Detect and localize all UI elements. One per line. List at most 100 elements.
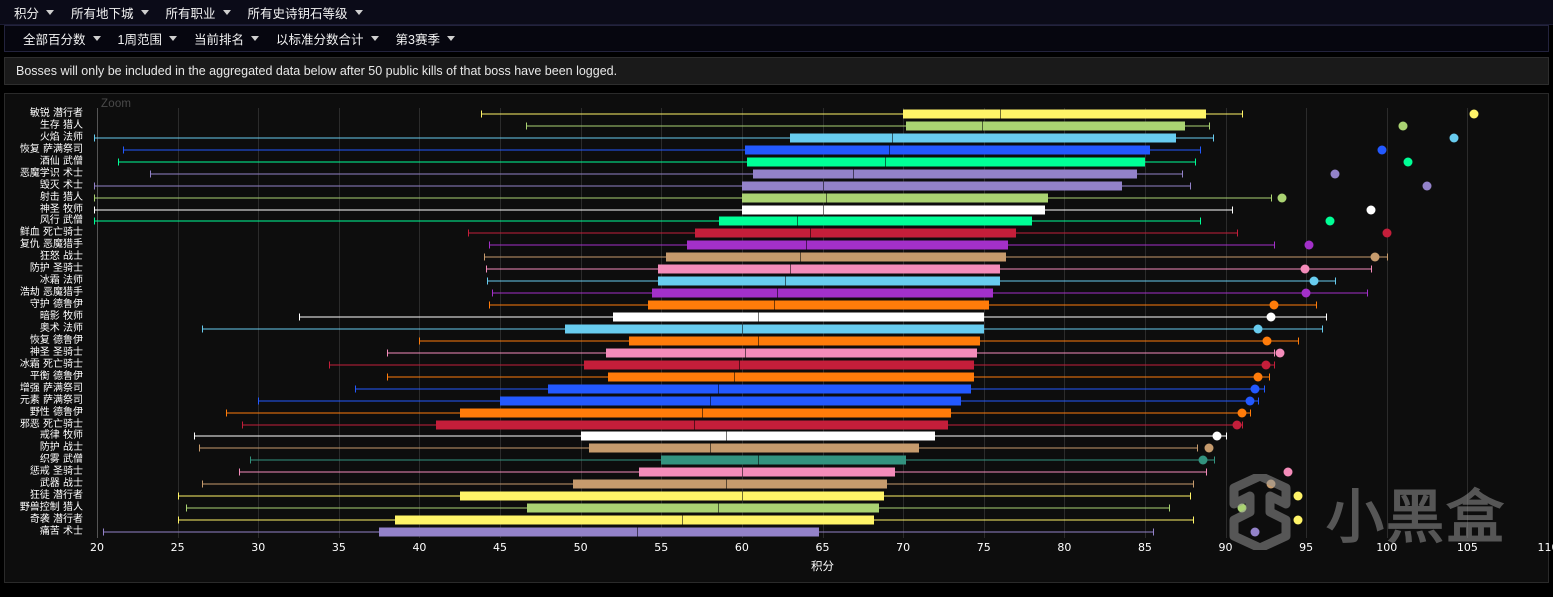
outlier-point[interactable] — [1275, 348, 1285, 358]
boxplot-box[interactable] — [612, 312, 984, 322]
outlier-point[interactable] — [1262, 336, 1272, 346]
boxplot-box[interactable] — [746, 157, 1145, 167]
outlier-point[interactable] — [1325, 216, 1335, 226]
boxplot-row[interactable] — [5, 227, 1548, 239]
boxplot-box[interactable] — [638, 467, 896, 477]
boxplot-row[interactable] — [5, 478, 1548, 490]
outlier-point[interactable] — [1469, 109, 1479, 119]
boxplot-box[interactable] — [395, 515, 875, 525]
outlier-point[interactable] — [1382, 228, 1392, 238]
boxplot-row[interactable] — [5, 526, 1548, 538]
outlier-point[interactable] — [1250, 384, 1260, 394]
boxplot-box[interactable] — [741, 205, 1045, 215]
outlier-point[interactable] — [1266, 312, 1276, 322]
outlier-point[interactable] — [1253, 372, 1263, 382]
boxplot-row[interactable] — [5, 466, 1548, 478]
boxplot-row[interactable] — [5, 108, 1548, 120]
boxplot-row[interactable] — [5, 180, 1548, 192]
boxplot-row[interactable] — [5, 454, 1548, 466]
boxplot-box[interactable] — [580, 431, 936, 441]
boxplot-row[interactable] — [5, 168, 1548, 180]
boxplot-box[interactable] — [906, 121, 1186, 131]
boxplot-box[interactable] — [583, 360, 975, 370]
outlier-point[interactable] — [1237, 408, 1247, 418]
boxplot-row[interactable] — [5, 156, 1548, 168]
outlier-point[interactable] — [1261, 360, 1271, 370]
boxplot-box[interactable] — [608, 372, 975, 382]
boxplot-row[interactable] — [5, 132, 1548, 144]
boxplot-box[interactable] — [695, 228, 1016, 238]
outlier-point[interactable] — [1198, 455, 1208, 465]
boxplot-box[interactable] — [606, 348, 978, 358]
outlier-point[interactable] — [1269, 300, 1279, 310]
boxplot-box[interactable] — [687, 240, 1008, 250]
outlier-point[interactable] — [1422, 181, 1432, 191]
boxplot-box[interactable] — [459, 491, 884, 501]
boxplot-row[interactable] — [5, 347, 1548, 359]
boxplot-row[interactable] — [5, 383, 1548, 395]
boxplot-row[interactable] — [5, 192, 1548, 204]
outlier-point[interactable] — [1403, 157, 1413, 167]
nav-secondary-item-4[interactable]: 第3赛季 — [390, 26, 466, 51]
boxplot-box[interactable] — [648, 300, 989, 310]
boxplot-row[interactable] — [5, 299, 1548, 311]
boxplot-row[interactable] — [5, 490, 1548, 502]
boxplot-row[interactable] — [5, 239, 1548, 251]
boxplot-box[interactable] — [564, 324, 984, 334]
boxplot-box[interactable] — [661, 455, 907, 465]
boxplot-row[interactable] — [5, 335, 1548, 347]
boxplot-box[interactable] — [459, 408, 952, 418]
outlier-point[interactable] — [1293, 515, 1303, 525]
outlier-point[interactable] — [1204, 443, 1214, 453]
boxplot-row[interactable] — [5, 502, 1548, 514]
nav-secondary-item-3[interactable]: 以标准分数合计 — [270, 26, 390, 51]
boxplot-row[interactable] — [5, 311, 1548, 323]
boxplot-chart-panel[interactable]: Zoom 20 25 30 35 40 45 50 55 60 65 70 75 80 85 90 95 100… — [4, 93, 1553, 583]
outlier-point[interactable] — [1301, 288, 1311, 298]
outlier-point[interactable] — [1293, 491, 1303, 501]
boxplot-row[interactable] — [5, 395, 1548, 407]
nav-primary-item-3[interactable]: 所有史诗钥石等级 — [242, 0, 374, 25]
boxplot-box[interactable] — [651, 288, 994, 298]
boxplot-box[interactable] — [745, 145, 1150, 155]
outlier-point[interactable] — [1370, 252, 1380, 262]
boxplot-row[interactable] — [5, 514, 1548, 526]
nav-primary-item-1[interactable]: 所有地下城 — [65, 0, 160, 25]
outlier-point[interactable] — [1232, 420, 1242, 430]
boxplot-box[interactable] — [658, 264, 1000, 274]
outlier-point[interactable] — [1304, 240, 1314, 250]
plot-area[interactable]: 20 25 30 35 40 45 50 55 60 65 70 75 80 85 90 95 100 105 11… — [5, 94, 1553, 582]
boxplot-row[interactable] — [5, 431, 1548, 443]
boxplot-row[interactable] — [5, 442, 1548, 454]
outlier-point[interactable] — [1330, 169, 1340, 179]
boxplot-box[interactable] — [903, 109, 1207, 119]
nav-secondary-item-0[interactable]: 全部百分数 — [17, 26, 112, 51]
boxplot-box[interactable] — [548, 384, 971, 394]
nav-secondary-item-1[interactable]: 1周范围 — [112, 26, 188, 51]
outlier-point[interactable] — [1245, 396, 1255, 406]
boxplot-row[interactable] — [5, 359, 1548, 371]
boxplot-row[interactable] — [5, 120, 1548, 132]
outlier-point[interactable] — [1366, 205, 1376, 215]
boxplot-box[interactable] — [658, 276, 1000, 286]
boxplot-row[interactable] — [5, 251, 1548, 263]
boxplot-row[interactable] — [5, 419, 1548, 431]
outlier-point[interactable] — [1377, 145, 1387, 155]
boxplot-box[interactable] — [588, 443, 920, 453]
nav-primary-item-0[interactable]: 积分 — [8, 0, 65, 25]
boxplot-box[interactable] — [741, 181, 1123, 191]
outlier-point[interactable] — [1250, 527, 1260, 537]
boxplot-row[interactable] — [5, 263, 1548, 275]
outlier-point[interactable] — [1277, 193, 1287, 203]
outlier-point[interactable] — [1266, 479, 1276, 489]
boxplot-box[interactable] — [629, 336, 981, 346]
boxplot-box[interactable] — [790, 133, 1176, 143]
outlier-point[interactable] — [1253, 324, 1263, 334]
boxplot-box[interactable] — [753, 169, 1137, 179]
boxplot-row[interactable] — [5, 407, 1548, 419]
boxplot-row[interactable] — [5, 216, 1548, 228]
boxplot-box[interactable] — [741, 193, 1049, 203]
outlier-point[interactable] — [1309, 276, 1319, 286]
boxplot-row[interactable] — [5, 287, 1548, 299]
outlier-point[interactable] — [1300, 264, 1310, 274]
